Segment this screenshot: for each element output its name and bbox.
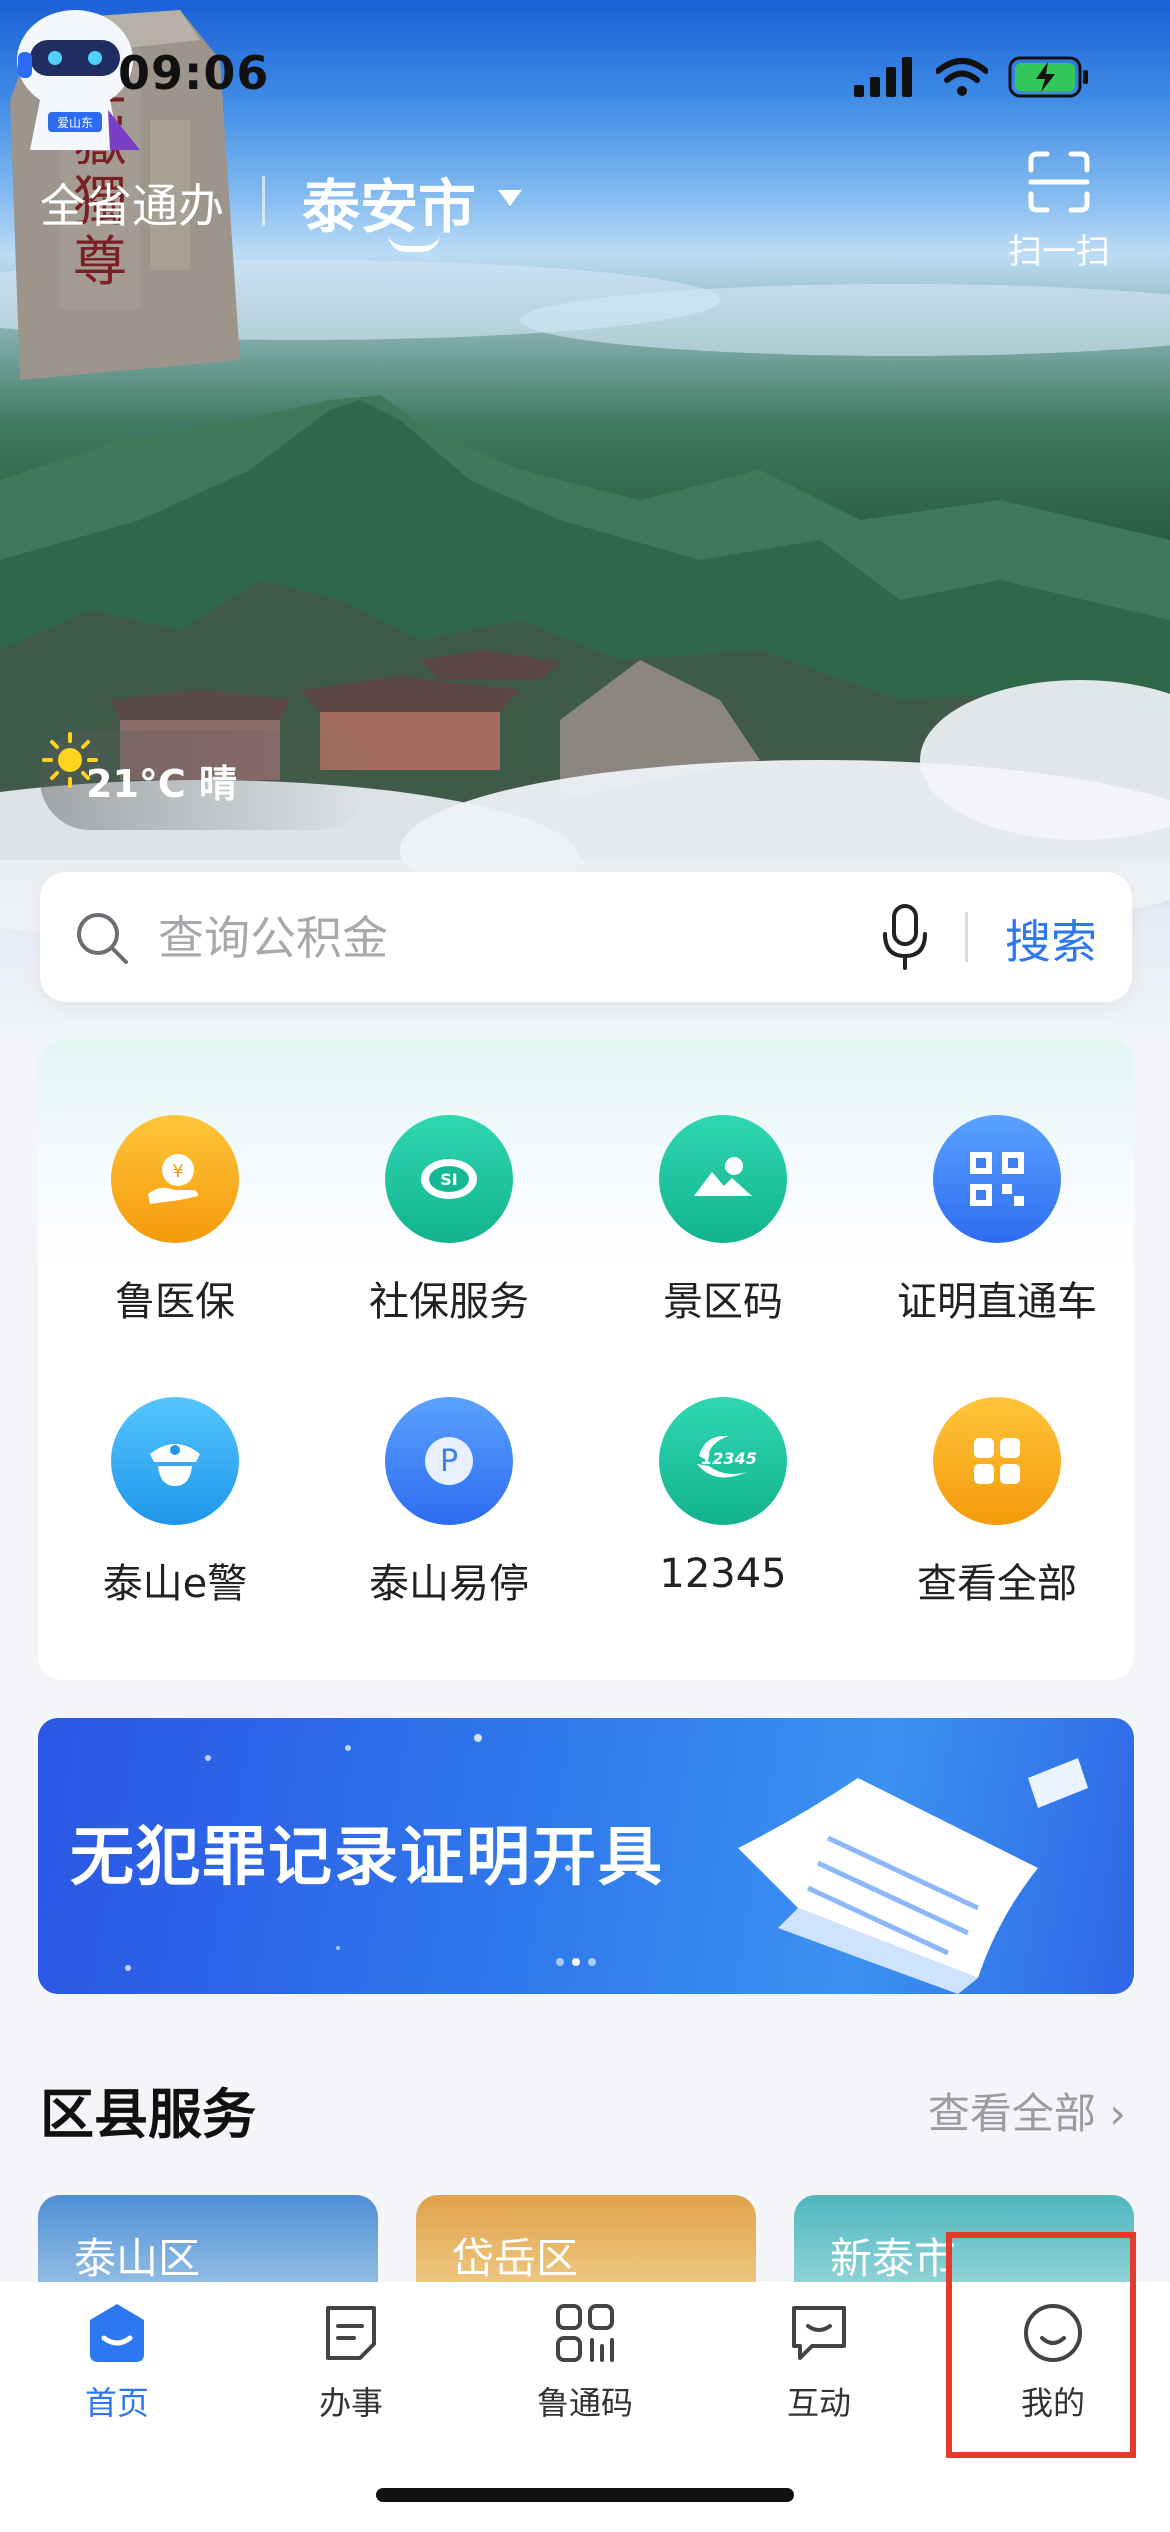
highlight-box: [946, 2232, 1136, 2458]
search-input[interactable]: 查询公积金: [158, 902, 858, 968]
service-label: 证明直通车: [897, 1279, 1097, 1325]
certificate-icon: [933, 1115, 1061, 1243]
city-underline-smile: [388, 234, 440, 252]
carousel-dot: [588, 1958, 596, 1966]
status-bar: 09:06: [0, 0, 1170, 150]
service-grid-card: ¥ 鲁医保 SI 社保服务 景区码 证明直通车 泰山e警 P 泰山易停 1234…: [38, 1040, 1134, 1680]
weather-text: 21°C 晴: [86, 761, 237, 806]
svg-text:SI: SI: [440, 1170, 457, 1189]
service-social-security[interactable]: SI 社保服务: [312, 1115, 586, 1327]
tab-home[interactable]: 首页: [0, 2300, 234, 2424]
tab-label: 鲁通码: [536, 2384, 633, 2422]
parking-icon: P: [385, 1397, 513, 1525]
hotline-icon: 12345: [659, 1397, 787, 1525]
tab-interaction[interactable]: 互动: [702, 2300, 936, 2424]
qr-code-icon: [556, 2304, 614, 2362]
service-label: 泰山e警: [102, 1561, 248, 1607]
home-icon: [90, 2304, 144, 2362]
search-icon: [77, 913, 128, 964]
tab-lu-code[interactable]: 鲁通码: [468, 2300, 702, 2424]
scan-label: 扫一扫: [1008, 232, 1110, 272]
grid-all-icon: [933, 1397, 1061, 1525]
top-bar: 全省通办 泰安市 扫一扫: [0, 150, 1170, 280]
district-label: 岱岳区: [452, 2234, 579, 2283]
city-selector[interactable]: 泰安市: [302, 160, 476, 244]
promo-banner[interactable]: 无犯罪记录证明开具: [38, 1718, 1134, 1994]
caret-down-icon[interactable]: [498, 190, 522, 206]
tab-label: 首页: [84, 2384, 149, 2422]
service-label: 查看全部: [917, 1561, 1077, 1607]
view-all-label: 查看全部: [927, 2089, 1096, 2138]
svg-text:¥: ¥: [172, 1161, 183, 1182]
province-wide-link[interactable]: 全省通办: [40, 170, 224, 236]
header-divider: [262, 176, 265, 226]
service-scenic-code[interactable]: 景区码: [586, 1115, 860, 1327]
search-button[interactable]: 搜索: [1005, 906, 1097, 972]
district-section-title: 区县服务: [40, 2083, 256, 2146]
chat-bubble-icon: [792, 2306, 846, 2360]
medical-insurance-icon: ¥: [111, 1115, 239, 1243]
service-label: 12345: [659, 1551, 787, 1597]
carousel-dot-active: [572, 1958, 580, 1966]
police-icon: [111, 1397, 239, 1525]
service-label: 社保服务: [369, 1279, 529, 1325]
search-divider: [965, 912, 968, 962]
tab-label: 办事: [318, 2384, 383, 2422]
tab-affairs[interactable]: 办事: [234, 2300, 468, 2424]
svg-text:12345: 12345: [701, 1449, 757, 1468]
service-label: 泰山易停: [369, 1561, 529, 1607]
svg-text:P: P: [440, 1444, 458, 1479]
document-icon: [326, 2306, 376, 2360]
microphone-icon[interactable]: [880, 902, 930, 972]
service-hotline[interactable]: 12345 12345: [586, 1397, 860, 1609]
district-view-all-link[interactable]: 查看全部 ›: [928, 2080, 1126, 2141]
chevron-right-icon: ›: [1109, 2089, 1126, 2138]
weather-widget[interactable]: 21°C 晴: [40, 730, 370, 830]
service-medical-insurance[interactable]: ¥ 鲁医保: [38, 1115, 312, 1327]
service-view-all[interactable]: 查看全部: [860, 1397, 1134, 1609]
search-bar[interactable]: 查询公积金 搜索: [40, 872, 1132, 1002]
home-indicator: [376, 2488, 794, 2502]
promo-title: 无犯罪记录证明开具: [70, 1821, 664, 1895]
status-time: 09:06: [118, 46, 270, 100]
service-certificate[interactable]: 证明直通车: [860, 1115, 1134, 1327]
wifi-icon: [936, 58, 988, 96]
service-police[interactable]: 泰山e警: [38, 1397, 312, 1609]
service-label: 鲁医保: [115, 1279, 235, 1325]
carousel-dot: [556, 1958, 564, 1966]
sun-icon: [42, 732, 98, 788]
district-label: 新泰市: [830, 2234, 957, 2283]
service-parking[interactable]: P 泰山易停: [312, 1397, 586, 1609]
scan-icon: [1028, 151, 1090, 213]
cellular-signal-icon: [854, 57, 912, 97]
scan-button[interactable]: 扫一扫: [984, 150, 1134, 273]
social-security-icon: SI: [385, 1115, 513, 1243]
carousel-dots: [556, 1958, 596, 1966]
service-label: 景区码: [663, 1279, 783, 1325]
district-label: 泰山区: [74, 2234, 201, 2283]
battery-charging-icon: [1008, 56, 1088, 98]
tab-label: 互动: [786, 2384, 851, 2422]
scenic-code-icon: [659, 1115, 787, 1243]
